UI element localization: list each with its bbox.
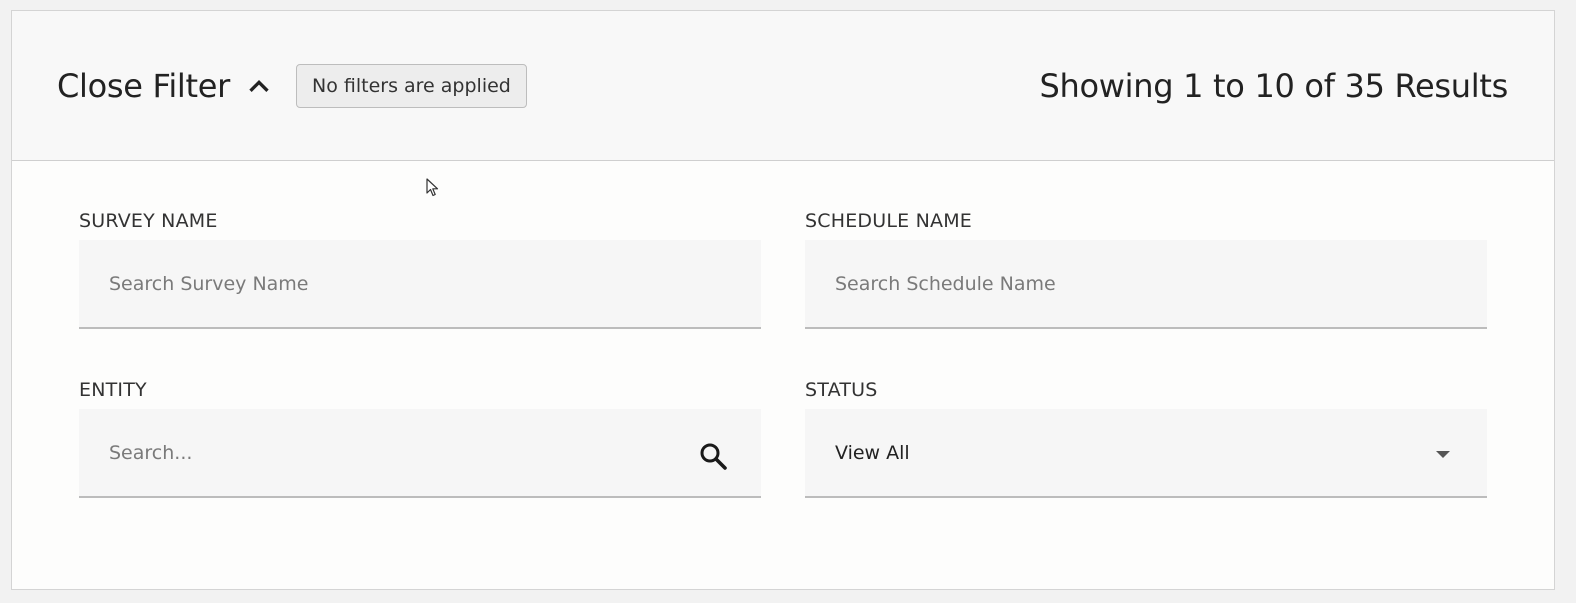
entity-label: ENTITY [79,379,147,401]
schedule-name-label: SCHEDULE NAME [805,210,972,232]
search-icon[interactable] [699,442,727,470]
status-field: STATUS View All [805,378,1487,498]
close-filter-label: Close Filter [57,67,230,105]
survey-name-label: SURVEY NAME [79,210,218,232]
entity-field: ENTITY [79,378,761,498]
survey-name-box [79,240,761,329]
filter-status-badge: No filters are applied [296,64,527,108]
entity-box [79,409,761,498]
schedule-name-input[interactable] [835,272,1457,295]
survey-name-field: SURVEY NAME [79,209,761,329]
chevron-up-icon [249,79,269,93]
schedule-name-field: SCHEDULE NAME [805,209,1487,329]
schedule-name-box [805,240,1487,329]
status-label: STATUS [805,379,878,401]
filter-header: Close Filter No filters are applied Show… [12,11,1554,161]
caret-down-icon [1436,451,1450,458]
status-selected-value: View All [835,441,910,464]
entity-search-input[interactable] [109,441,731,464]
status-select[interactable]: View All [805,409,1487,498]
close-filter-toggle[interactable]: Close Filter [57,67,270,105]
results-count: Showing 1 to 10 of 35 Results [1039,67,1509,105]
filter-panel: Close Filter No filters are applied Show… [11,10,1555,590]
survey-name-input[interactable] [109,272,731,295]
mouse-cursor-icon [426,178,439,197]
